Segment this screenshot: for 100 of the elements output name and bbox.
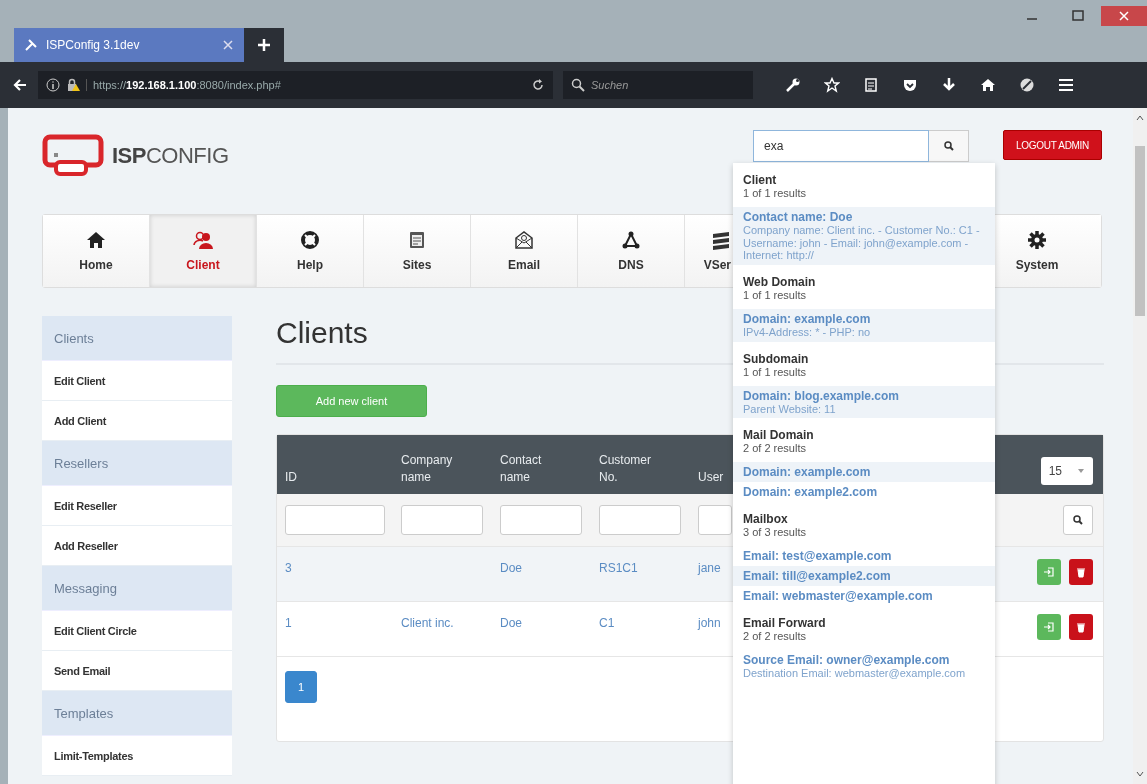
result-count: 1 of 1 results bbox=[743, 365, 807, 378]
filter-field[interactable] bbox=[401, 505, 483, 535]
wrench-icon[interactable] bbox=[785, 77, 801, 93]
search-icon bbox=[571, 78, 585, 92]
filter-field[interactable] bbox=[599, 505, 681, 535]
users-icon bbox=[193, 230, 213, 250]
search-result[interactable]: Email: webmaster@example.com bbox=[733, 586, 995, 607]
server-stack-icon bbox=[711, 230, 731, 250]
trash-icon bbox=[1075, 621, 1087, 633]
scrollbar-thumb[interactable] bbox=[1135, 146, 1145, 316]
search-result[interactable]: Source Email: owner@example.com Destination Email: webmaster@example.com bbox=[733, 650, 995, 683]
sidebar-heading: Resellers bbox=[42, 441, 232, 486]
sidebar-link[interactable]: Edit Client bbox=[42, 361, 232, 401]
result-group-title: Mailbox bbox=[743, 512, 789, 527]
delete-button[interactable] bbox=[1069, 559, 1093, 585]
back-arrow-icon[interactable] bbox=[12, 77, 28, 93]
search-field[interactable]: exa bbox=[753, 130, 930, 162]
sidebar-heading: Templates bbox=[42, 691, 232, 736]
column-header: ID bbox=[284, 469, 298, 486]
table-cell[interactable]: Client inc. bbox=[401, 616, 454, 630]
search-icon bbox=[943, 141, 954, 151]
filter-field[interactable] bbox=[285, 505, 385, 535]
table-cell[interactable]: Doe bbox=[500, 561, 522, 575]
filter-field[interactable] bbox=[500, 505, 582, 535]
web-search-field[interactable]: Suchen bbox=[563, 71, 753, 99]
result-count: 1 of 1 results bbox=[743, 187, 807, 199]
search-icon bbox=[1073, 515, 1083, 525]
filter-field[interactable] bbox=[698, 505, 732, 535]
document-icon bbox=[407, 230, 427, 250]
browser-tab[interactable]: ISPConfig 3.1dev bbox=[14, 28, 244, 62]
column-header: Contact name bbox=[499, 452, 543, 486]
result-group-title: Client bbox=[743, 173, 778, 187]
logo-text: ISPCONFIG bbox=[112, 143, 229, 169]
sidebar-link[interactable]: Send Email bbox=[42, 651, 232, 691]
trash-icon bbox=[1075, 566, 1087, 578]
sidebar-heading: Clients bbox=[42, 316, 232, 361]
table-cell[interactable]: Doe bbox=[500, 616, 522, 630]
delete-button[interactable] bbox=[1069, 614, 1093, 640]
search-button[interactable] bbox=[929, 130, 970, 162]
filter-search-button[interactable] bbox=[1063, 505, 1093, 535]
download-icon[interactable] bbox=[941, 77, 957, 93]
sidebar-link[interactable]: Limit-Templates bbox=[42, 736, 232, 776]
star-icon[interactable] bbox=[824, 77, 840, 93]
search-result[interactable]: Domain: example.com bbox=[733, 462, 995, 483]
reload-icon[interactable] bbox=[531, 78, 545, 92]
search-result[interactable]: Contact name: Doe Company name: Client inc. - Customer No.: C1 - Username: john - Email: john@example.com - Internet: http:// bbox=[733, 207, 995, 265]
sidebar-link[interactable]: Add Reseller bbox=[42, 526, 232, 566]
menu-tab[interactable]: Help bbox=[257, 215, 364, 287]
blocked-icon[interactable] bbox=[1019, 77, 1035, 93]
column-header: Customer No. bbox=[598, 452, 652, 486]
sign-in-icon bbox=[1043, 621, 1055, 633]
menu-tab[interactable]: Email bbox=[471, 215, 578, 287]
result-count: 2 of 2 results bbox=[743, 442, 807, 455]
close-icon[interactable] bbox=[222, 39, 234, 51]
table-cell[interactable]: john bbox=[698, 616, 721, 630]
sidebar-link[interactable]: Add Client bbox=[42, 401, 232, 441]
menu-tab[interactable]: Sites bbox=[364, 215, 471, 287]
result-group-title: Web Domain bbox=[743, 274, 817, 289]
address-bar[interactable]: https://192.168.1.100:8080/index.php# bbox=[38, 71, 553, 99]
sidebar-link[interactable]: Edit Client Circle bbox=[42, 611, 232, 651]
table-cell[interactable]: jane bbox=[698, 561, 721, 575]
result-count: 2 of 2 results bbox=[743, 630, 807, 643]
url-text: https://192.168.1.100:8080/index.php# bbox=[86, 79, 525, 91]
table-cell[interactable]: RS1C1 bbox=[599, 561, 638, 575]
column-header: Company name bbox=[400, 452, 454, 486]
pocket-icon[interactable] bbox=[902, 77, 918, 93]
scrollbar[interactable] bbox=[1133, 108, 1147, 784]
menu-tab[interactable]: DNS bbox=[578, 215, 685, 287]
sidebar-heading: Messaging bbox=[42, 566, 232, 611]
network-icon bbox=[621, 230, 641, 250]
scroll-down-icon[interactable] bbox=[1136, 770, 1144, 778]
menu-icon[interactable] bbox=[1058, 77, 1074, 93]
logout-button[interactable]: LOGOUT ADMIN bbox=[1003, 130, 1102, 160]
menu-tab[interactable]: Client bbox=[150, 215, 257, 287]
new-tab-button[interactable] bbox=[244, 28, 284, 62]
table-cell[interactable]: 1 bbox=[285, 616, 292, 630]
result-count: 3 of 3 results bbox=[743, 526, 807, 539]
search-result[interactable]: Domain: example2.com bbox=[733, 482, 995, 503]
home-icon bbox=[86, 230, 106, 250]
search-result[interactable]: Email: till@example2.com bbox=[733, 566, 995, 587]
home-icon[interactable] bbox=[980, 77, 996, 93]
menu-tab[interactable]: Home bbox=[43, 215, 150, 287]
lock-warning-icon bbox=[66, 78, 80, 92]
sidebar-link[interactable]: Edit Reseller bbox=[42, 486, 232, 526]
reading-list-icon[interactable] bbox=[863, 77, 879, 93]
monitor-logo-icon bbox=[42, 134, 106, 178]
page-size-select[interactable]: 15 bbox=[1041, 457, 1093, 485]
result-count: 1 of 1 results bbox=[743, 288, 807, 301]
tools-icon bbox=[24, 38, 38, 52]
scroll-up-icon[interactable] bbox=[1136, 114, 1144, 122]
search-result[interactable]: Email: test@example.com bbox=[733, 546, 995, 567]
search-result[interactable]: Domain: blog.example.com Parent Website: 11 bbox=[733, 385, 995, 419]
add-client-button[interactable]: Add new client bbox=[276, 385, 427, 417]
envelope-icon bbox=[514, 230, 534, 250]
gear-icon bbox=[1027, 230, 1047, 250]
page-button[interactable]: 1 bbox=[285, 671, 317, 703]
search-result[interactable]: Domain: example.com IPv4-Address: * - PHP: no bbox=[733, 308, 995, 342]
table-cell[interactable]: C1 bbox=[599, 616, 615, 630]
table-cell[interactable]: 3 bbox=[285, 561, 292, 575]
result-group-title: Subdomain bbox=[743, 351, 810, 366]
